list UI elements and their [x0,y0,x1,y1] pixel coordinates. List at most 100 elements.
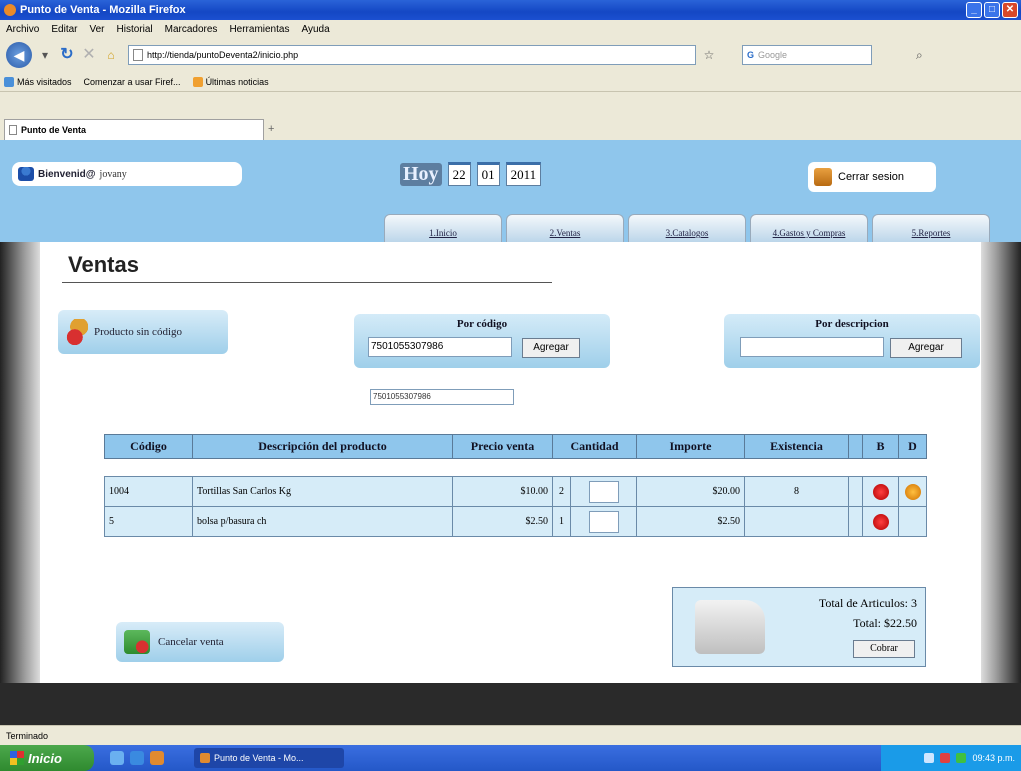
welcome-box: Bienvenid@ jovany [12,162,242,186]
table-row: 5 bolsa p/basura ch $2.50 1 $2.50 [104,506,927,537]
total-items: Total de Articulos: 3 [818,596,917,610]
taskbar-firefox-window[interactable]: Punto de Venta - Mo... [194,748,344,768]
left-gradient [0,242,40,683]
code-input[interactable]: 7501055307986 [368,337,512,357]
logout-button[interactable]: Cerrar sesion [808,162,936,192]
row-b-cell [862,506,899,537]
tab-punto-de-venta[interactable]: Punto de Venta [4,119,264,140]
cancel-sale-button[interactable]: Cancelar venta [116,622,284,662]
menu-historial[interactable]: Historial [117,24,153,35]
security-icon[interactable] [940,753,951,763]
row-stock [744,506,849,537]
menu-ayuda[interactable]: Ayuda [301,24,329,35]
page-footer [0,683,1021,725]
menu-ver[interactable]: Ver [89,24,104,35]
menu-bar: Archivo Editar Ver Historial Marcadores … [0,20,1021,38]
totals-panel: Total de Articulos: 3 Total: $22.50 Cobr… [672,587,926,667]
search-magnifier-icon[interactable]: ⌕ [916,48,923,63]
close-button[interactable]: ✕ [1002,2,1018,18]
col-spacer [848,434,863,459]
menu-marcadores[interactable]: Marcadores [165,24,218,35]
description-input[interactable] [740,337,884,357]
search-input[interactable]: G Google [742,45,872,65]
bookmarks-toolbar: Más visitados Comenzar a usar Firef... Ú… [0,72,1021,771]
sale-table: Código Descripción del producto Precio v… [104,434,927,537]
network-icon[interactable] [924,753,935,763]
row-price: $10.00 [452,476,553,507]
url-bar[interactable]: http://tienda/puntoDeventa2/inicio.php [128,45,696,65]
col-descripcion: Descripción del producto [192,434,453,459]
clock: 09:43 p.m. [972,753,1015,763]
row-code: 1004 [104,476,193,507]
discount-item-icon[interactable] [904,483,921,500]
quick-launch [110,751,164,765]
page-title: Ventas [68,252,139,277]
windows-flag-icon [10,751,24,765]
google-icon: G [747,50,755,60]
bookmark-star-icon[interactable]: ☆ [700,44,718,66]
product-no-code-button[interactable]: Producto sin código [58,310,228,354]
windows-taskbar: Inicio Punto de Venta - Mo... 09:43 p.m. [0,745,1021,771]
tab-ventas[interactable]: 2.Ventas [506,214,624,242]
row-b-cell [862,476,899,507]
search-placeholder: Google [758,50,788,60]
tab-inicio[interactable]: 1.Inicio [384,214,502,242]
menu-editar[interactable]: Editar [51,24,77,35]
code-suggestion[interactable]: 7501055307986 [370,389,514,405]
welcome-user: jovany [99,168,127,180]
date-display: Hoy 22 01 2011 [400,162,542,186]
bookmark-ultimas-noticias[interactable]: Últimas noticias [192,76,269,87]
delete-item-icon[interactable] [872,483,889,500]
right-gradient [981,242,1021,683]
col-precio: Precio venta [452,434,553,459]
qty-input[interactable] [588,510,619,533]
table-header-row: Código Descripción del producto Precio v… [104,434,927,459]
tab-gastos-compras[interactable]: 4.Gastos y Compras [750,214,868,242]
tab-reportes[interactable]: 5.Reportes [872,214,990,242]
col-b: B [862,434,899,459]
status-text: Terminado [6,730,49,741]
url-text: http://tienda/puntoDeventa2/inicio.php [147,50,299,60]
col-cantidad: Cantidad [552,434,637,459]
total-amount: Total: $22.50 [853,616,917,630]
web-page: Bienvenid@ jovany Hoy 22 01 2011 Cerrar … [0,140,1021,725]
logout-icon [814,168,832,186]
ie-icon[interactable] [130,751,144,765]
bookmark-folder-icon [4,76,14,87]
start-button[interactable]: Inicio [0,745,94,771]
bookmark-comenzar[interactable]: Comenzar a usar Firef... [0,77,1021,771]
delete-item-icon[interactable] [872,513,889,530]
stop-icon[interactable]: ✕ [80,44,98,66]
minimize-button[interactable]: _ [966,2,982,18]
add-by-code-button[interactable]: Agregar [522,338,580,358]
firefox-quicklaunch-icon[interactable] [150,751,164,765]
row-price: $2.50 [452,506,553,537]
menu-archivo[interactable]: Archivo [6,24,39,35]
row-amount: $2.50 [636,506,745,537]
welcome-label: Bienvenid@ [38,168,96,180]
date-day: 22 [447,162,471,186]
qty-input[interactable] [588,480,619,503]
home-icon[interactable]: ⌂ [102,44,120,66]
history-dropdown-icon[interactable]: ▾ [36,44,54,66]
cart-cancel-icon [124,630,150,654]
charge-button[interactable]: Cobrar [853,640,915,658]
tab-catalogos[interactable]: 3.Catalogos [628,214,746,242]
new-tab-button[interactable]: + [268,123,274,135]
row-description: Tortillas San Carlos Kg [192,476,453,507]
volume-icon[interactable] [956,753,967,763]
menu-herramientas[interactable]: Herramientas [229,24,289,35]
maximize-button[interactable]: □ [984,2,1000,18]
reload-icon[interactable]: ↻ [58,44,76,66]
desktop-icon[interactable] [110,751,124,765]
back-arrow-icon[interactable]: ◀ [6,42,32,68]
row-spacer [848,476,863,507]
table-row: 1004 Tortillas San Carlos Kg $10.00 2 $2… [104,476,927,507]
add-by-description-button[interactable]: Agregar [890,338,962,358]
fruit-icon [66,319,88,345]
window-titlebar: Punto de Venta - Mozilla Firefox _ □ ✕ [0,0,1021,20]
bookmark-mas-visitados[interactable]: Más visitados [4,76,72,87]
col-importe: Importe [636,434,745,459]
cash-register-icon [695,600,765,654]
rss-icon [192,76,203,87]
